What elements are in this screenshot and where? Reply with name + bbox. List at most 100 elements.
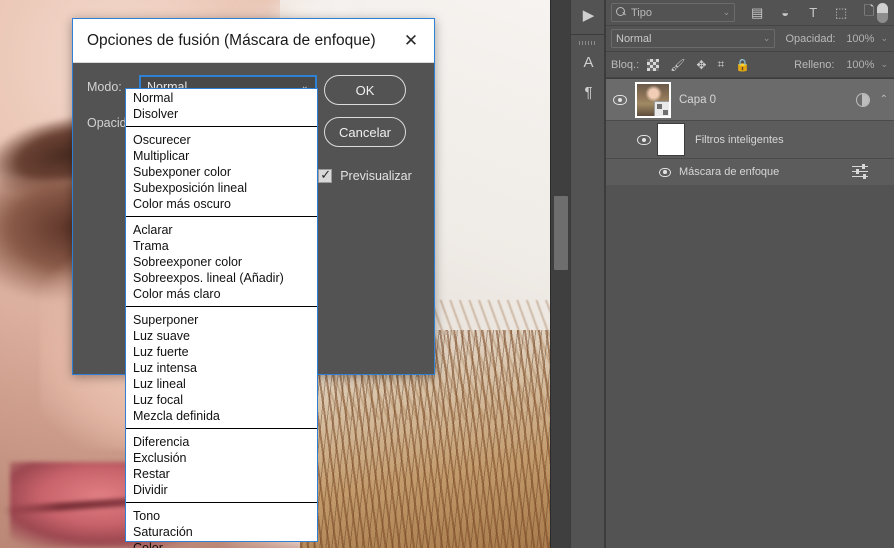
layers-panel: Tipo ⌄ ▤ ◒ T ⬚ 🗋 Normal ⌄ Opacidad: 100%… — [605, 0, 894, 548]
dropdown-item[interactable]: Trama — [126, 238, 317, 254]
smart-filters-label: Filtros inteligentes — [695, 134, 784, 146]
dropdown-item[interactable]: Subexponer color — [126, 164, 317, 180]
opacity-value[interactable]: 100% — [842, 33, 875, 45]
table-row[interactable]: Capa 0 ⌃ — [605, 79, 894, 121]
search-icon — [616, 7, 627, 18]
dropdown-item[interactable]: Restar — [126, 466, 317, 482]
dropdown-item[interactable]: Color más oscuro — [126, 196, 317, 212]
preview-checkbox-row[interactable]: Previsualizar — [310, 169, 420, 183]
dropdown-item[interactable]: Mezcla definida — [126, 408, 317, 424]
filter-visibility-toggle[interactable] — [605, 168, 679, 177]
eye-icon — [659, 168, 671, 177]
lock-icons-group: 🖌 ✥ ⌗ 🔒 — [647, 57, 750, 72]
photoshop-window: ▶ A ¶ Tipo ⌄ ▤ ◒ T ⬚ 🗋 — [0, 0, 894, 548]
dropdown-item[interactable]: Sobreexpos. lineal (Añadir) — [126, 270, 317, 286]
canvas-vertical-scrollbar[interactable] — [550, 0, 570, 548]
dropdown-item[interactable]: Color más claro — [126, 286, 317, 302]
dropdown-item[interactable]: Subexposición lineal — [126, 180, 317, 196]
dropdown-item[interactable]: Tono — [126, 508, 317, 524]
dock-divider — [571, 34, 604, 35]
layer-visibility-toggle[interactable] — [605, 95, 635, 105]
paragraph-panel-glyph: ¶ — [584, 84, 592, 101]
layer-filter-value: Tipo — [631, 7, 719, 19]
dropdown-item[interactable]: Luz lineal — [126, 376, 317, 392]
dropdown-separator — [126, 126, 317, 127]
layer-filter-type-select[interactable]: Tipo ⌄ — [611, 3, 735, 22]
fill-chevron-down-icon[interactable]: ⌄ — [880, 59, 888, 70]
dropdown-item[interactable]: Luz fuerte — [126, 344, 317, 360]
dropdown-separator — [126, 502, 317, 503]
caret-up-icon[interactable]: ⌃ — [880, 94, 888, 105]
play-triangle-icon[interactable]: ▶ — [571, 0, 606, 30]
filter-smart-object-icon[interactable]: 🗋 — [861, 5, 877, 21]
dropdown-item[interactable]: Superponer — [126, 312, 317, 328]
blending-options-slider-icon[interactable] — [852, 165, 868, 179]
dropdown-item[interactable]: Disolver — [126, 106, 317, 122]
layer-list: Capa 0 ⌃ Filtros inteligentes Máscara de… — [605, 78, 894, 185]
cancel-button[interactable]: Cancelar — [324, 117, 406, 147]
dropdown-item[interactable]: Aclarar — [126, 222, 317, 238]
play-triangle-glyph: ▶ — [583, 6, 595, 24]
dropdown-item[interactable]: Exclusión — [126, 450, 317, 466]
layer-row-actions: ⌃ — [856, 93, 894, 107]
dropdown-item[interactable]: Dividir — [126, 482, 317, 498]
lock-image-pixels-icon[interactable]: 🖌 — [670, 58, 685, 72]
filter-mask-thumbnail[interactable] — [657, 123, 685, 156]
layer-blend-mode-select[interactable]: Normal ⌄ — [611, 29, 775, 48]
dropdown-item[interactable]: Oscurecer — [126, 132, 317, 148]
filter-shape-icon[interactable]: ⬚ — [833, 5, 849, 21]
dialog-titlebar: Opciones de fusión (Máscara de enfoque) … — [73, 19, 434, 63]
filter-adjustment-icon[interactable]: ◒ — [777, 5, 793, 21]
preview-label: Previsualizar — [340, 169, 412, 183]
scrollbar-thumb[interactable] — [554, 196, 568, 270]
lock-position-icon[interactable]: ✥ — [696, 58, 706, 72]
dropdown-item[interactable]: Luz focal — [126, 392, 317, 408]
opacity-chevron-down-icon[interactable]: ⌄ — [880, 33, 888, 44]
dropdown-separator — [126, 306, 317, 307]
layer-blend-mode-value: Normal — [616, 33, 763, 45]
ok-button[interactable]: OK — [324, 75, 406, 105]
lock-label: Bloq.: — [611, 59, 639, 71]
dropdown-item[interactable]: Luz suave — [126, 328, 317, 344]
smart-object-badge — [654, 101, 669, 116]
panel-icon-dock: ▶ A ¶ — [570, 0, 605, 548]
chevron-down-icon: ⌄ — [763, 33, 771, 44]
fill-value[interactable]: 100% — [840, 59, 874, 71]
layers-blend-row: Normal ⌄ Opacidad: 100% ⌄ — [605, 26, 894, 52]
page-title: Opciones de fusión (Máscara de enfoque) — [87, 32, 398, 50]
dropdown-item[interactable]: Sobreexponer color — [126, 254, 317, 270]
list-item[interactable]: Máscara de enfoque — [605, 159, 894, 185]
eye-icon — [613, 95, 627, 105]
dropdown-item[interactable]: Color — [126, 540, 317, 548]
dropdown-separator — [126, 428, 317, 429]
dialog-buttons: OK Cancelar Previsualizar — [310, 75, 420, 183]
filter-type-icon[interactable]: T — [805, 5, 821, 21]
dropdown-item[interactable]: Diferencia — [126, 434, 317, 450]
opacity-label: Opacidad: — [785, 33, 835, 45]
fill-label: Relleno: — [794, 59, 834, 71]
smart-filters-row[interactable]: Filtros inteligentes — [605, 121, 894, 159]
layer-thumbnail[interactable] — [635, 82, 671, 118]
preview-checkbox[interactable] — [318, 169, 332, 183]
layer-effects-icon[interactable] — [856, 93, 870, 107]
lock-transparency-icon[interactable] — [647, 59, 659, 71]
filter-pixel-icon[interactable]: ▤ — [749, 5, 765, 21]
dropdown-item[interactable]: Luz intensa — [126, 360, 317, 376]
layer-name[interactable]: Capa 0 — [679, 94, 856, 106]
smart-filters-visibility-toggle[interactable] — [605, 135, 657, 145]
filter-name[interactable]: Máscara de enfoque — [679, 166, 779, 178]
character-panel-icon[interactable]: A — [571, 47, 606, 77]
dropdown-item[interactable]: Saturación — [126, 524, 317, 540]
panel-divider — [605, 0, 606, 548]
dropdown-item[interactable]: Multiplicar — [126, 148, 317, 164]
dropdown-item[interactable]: Normal — [126, 90, 317, 106]
paragraph-panel-icon[interactable]: ¶ — [571, 77, 606, 107]
lock-all-icon[interactable]: 🔒 — [735, 58, 750, 72]
dock-grip[interactable] — [571, 39, 604, 47]
close-icon[interactable]: ✕ — [398, 28, 424, 54]
lock-artboard-icon[interactable]: ⌗ — [717, 57, 724, 72]
layers-lock-row: Bloq.: 🖌 ✥ ⌗ 🔒 Relleno: 100% ⌄ — [605, 52, 894, 78]
filter-enable-toggle[interactable] — [877, 3, 888, 23]
blend-mode-dropdown-list[interactable]: NormalDisolverOscurecerMultiplicarSubexp… — [125, 88, 318, 542]
eye-icon — [637, 135, 651, 145]
